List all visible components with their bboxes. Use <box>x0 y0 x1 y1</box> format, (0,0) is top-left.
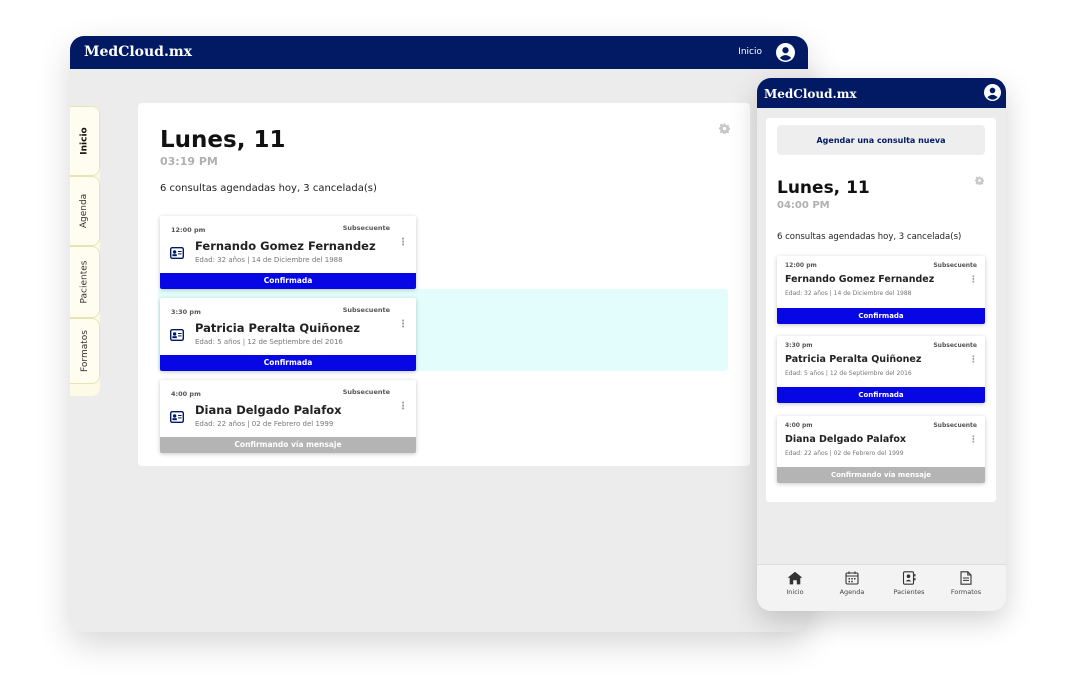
nav-item-inicio[interactable]: Inicio <box>765 571 825 596</box>
appointment-time: 12:00 pm <box>785 262 817 269</box>
tab-agenda-label: Agenda <box>79 193 90 229</box>
new-appointment-button[interactable]: Agendar una consulta nueva <box>777 125 985 155</box>
calendar-icon <box>845 571 859 585</box>
appointment-type: Subsecuente <box>342 388 390 396</box>
patient-details: Edad: 5 años | 12 de Septiembre del 2016 <box>785 370 912 377</box>
patients-icon <box>902 571 916 585</box>
appointment-type: Subsecuente <box>933 342 977 349</box>
user-circle-icon[interactable] <box>776 43 795 62</box>
brand-logo[interactable]: MedCloud.mx <box>84 44 192 60</box>
agenda-panel: Lunes, 11 03:19 PM 6 consultas agendadas… <box>138 103 795 520</box>
status-badge: Confirmada <box>160 355 416 371</box>
patient-name: Fernando Gomez Fernandez <box>195 239 376 253</box>
day-title: Lunes, 11 <box>160 127 286 153</box>
patient-name: Patricia Peralta Quiñonez <box>785 354 922 365</box>
kebab-menu-icon[interactable]: ⋮ <box>969 436 978 445</box>
tab-pacientes[interactable]: Pacientes <box>70 246 100 318</box>
nav-item-agenda[interactable]: Agenda <box>822 571 882 596</box>
patient-name: Diana Delgado Palafox <box>785 434 907 445</box>
patient-details: Edad: 32 años | 14 de Diciembre del 1988 <box>195 256 343 264</box>
tab-inicio[interactable]: Inicio <box>70 106 100 176</box>
kebab-menu-icon[interactable]: ⋮ <box>398 320 408 330</box>
appointment-time: 3:30 pm <box>785 342 813 349</box>
mobile-agenda-panel: Agendar una consulta nueva Lunes, 11 04:… <box>766 118 996 502</box>
appointment-card[interactable]: 3:30 pm Subsecuente Patricia Peralta Qui… <box>777 336 985 403</box>
nav-label: Formatos <box>950 588 982 596</box>
appointments-summary: 6 consultas agendadas hoy, 3 cancelada(s… <box>160 183 377 194</box>
patient-details: Edad: 5 años | 12 de Septiembre del 2016 <box>195 338 343 346</box>
gear-icon[interactable] <box>975 176 984 185</box>
appointment-type: Subsecuente <box>933 422 977 429</box>
appointment-card[interactable]: 4:00 pm Subsecuente Diana Delgado Palafo… <box>160 380 416 453</box>
nav-item-pacientes[interactable]: Pacientes <box>879 571 939 596</box>
appointment-time: 4:00 pm <box>785 422 813 429</box>
side-tabs: Inicio Agenda Pacientes Formatos <box>70 106 100 396</box>
document-icon <box>960 571 972 585</box>
appointment-time: 3:30 pm <box>171 308 201 316</box>
patient-details: Edad: 32 años | 14 de Diciembre del 1988 <box>785 290 912 297</box>
desktop-header: MedCloud.mx Inicio <box>70 36 808 69</box>
appointment-card[interactable]: 3:30 pm Subsecuente Patricia Peralta Qui… <box>160 298 416 371</box>
nav-label: Pacientes <box>893 588 925 596</box>
appointment-type: Subsecuente <box>342 224 390 232</box>
status-badge: Confirmada <box>777 387 985 403</box>
patient-name: Patricia Peralta Quiñonez <box>195 321 361 335</box>
kebab-menu-icon[interactable]: ⋮ <box>969 356 978 365</box>
appointment-card[interactable]: 12:00 pm Subsecuente Fernando Gomez Fern… <box>777 256 985 324</box>
status-badge: Confirmando vía mensaje <box>160 437 416 453</box>
user-circle-icon[interactable] <box>984 84 1001 101</box>
tab-inicio-label: Inicio <box>79 127 90 155</box>
desktop-window: MedCloud.mx Inicio Inicio Agenda Pacient… <box>70 36 808 632</box>
status-badge: Confirmada <box>777 308 985 324</box>
header-inicio-link[interactable]: Inicio <box>738 47 762 57</box>
appointment-card[interactable]: 4:00 pm Subsecuente Diana Delgado Palafo… <box>777 416 985 483</box>
status-badge: Confirmada <box>160 273 416 289</box>
tab-agenda[interactable]: Agenda <box>70 176 100 246</box>
patient-details: Edad: 22 años | 02 de Febrero del 1999 <box>195 420 334 428</box>
bottom-nav: Inicio Agenda Pacientes Formatos <box>757 564 1006 611</box>
gear-icon[interactable] <box>719 123 730 134</box>
patient-details: Edad: 22 años | 02 de Febrero del 1999 <box>785 450 904 457</box>
appointment-type: Subsecuente <box>933 262 977 269</box>
kebab-menu-icon[interactable]: ⋮ <box>398 238 408 248</box>
appointment-card[interactable]: 12:00 pm Subsecuente Fernando Gomez Fern… <box>160 216 416 289</box>
mobile-window: MedCloud.mx Agendar una consulta nueva L… <box>757 78 1006 611</box>
patient-name: Diana Delgado Palafox <box>195 403 342 417</box>
nav-item-formatos[interactable]: Formatos <box>936 571 996 596</box>
nav-label: Inicio <box>786 588 804 596</box>
kebab-menu-icon[interactable]: ⋮ <box>969 276 978 285</box>
appointment-time: 12:00 pm <box>171 226 206 234</box>
mobile-header: MedCloud.mx <box>757 78 1006 108</box>
day-title: Lunes, 11 <box>777 178 870 198</box>
patient-name: Fernando Gomez Fernandez <box>785 274 935 285</box>
appointments-summary: 6 consultas agendadas hoy, 3 cancelada(s… <box>777 232 962 242</box>
appointment-time: 4:00 pm <box>171 390 201 398</box>
showcase: MedCloud.mx Inicio Inicio Agenda Pacient… <box>0 0 1080 680</box>
brand-logo[interactable]: MedCloud.mx <box>764 87 857 101</box>
nav-label: Agenda <box>839 588 865 596</box>
tab-pacientes-label: Pacientes <box>79 260 90 304</box>
appointment-type: Subsecuente <box>342 306 390 314</box>
patient-card-icon <box>170 329 184 341</box>
tab-formatos[interactable]: Formatos <box>70 318 100 384</box>
patient-card-icon <box>170 411 184 423</box>
current-time: 03:19 PM <box>160 155 218 168</box>
current-time: 04:00 PM <box>777 200 830 211</box>
status-badge: Confirmando vía mensaje <box>777 467 985 483</box>
tab-formatos-label: Formatos <box>79 330 90 372</box>
home-icon <box>787 571 803 585</box>
kebab-menu-icon[interactable]: ⋮ <box>398 402 408 412</box>
patient-card-icon <box>170 247 184 259</box>
